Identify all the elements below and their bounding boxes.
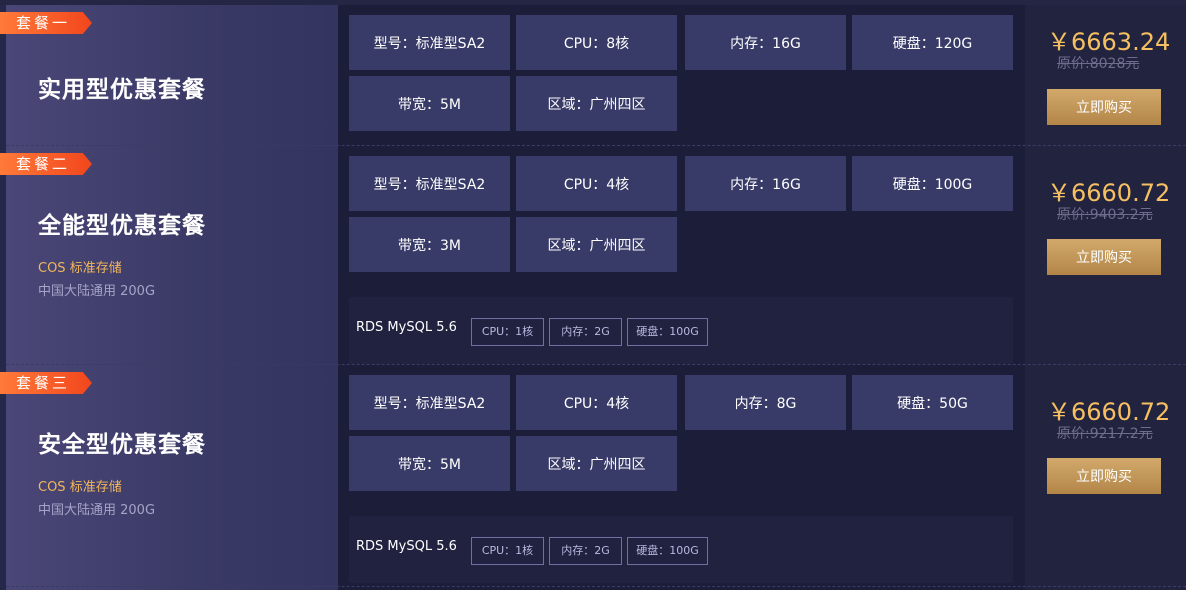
original-price: 原价:9403.2元 — [1057, 207, 1153, 223]
cos-description: 中国大陆通用 200G — [38, 284, 156, 299]
price-panel: ￥6660.72 原价:9403.2元 立即购买 — [1025, 146, 1186, 365]
plan-title: 全能型优惠套餐 — [38, 213, 206, 239]
rds-tag-cpu: CPU：1核 — [471, 318, 544, 346]
price: ￥6660.72 — [1047, 398, 1171, 426]
plan-info-panel: 套餐三 安全型优惠套餐 COS 标准存储 中国大陆通用 200G — [0, 365, 338, 590]
rds-box: RDS MySQL 5.6 CPU：1核 内存：2G 硬盘：100G — [349, 516, 1013, 583]
cos-title: COS 标准存储 — [38, 480, 122, 495]
rds-tag-memory: 内存：2G — [549, 537, 622, 565]
plan-badge: 套餐一 — [0, 12, 92, 34]
plans-page: 套餐一 实用型优惠套餐 型号：标准型SA2 CPU：8核 内存：16G 硬盘：1… — [0, 0, 1186, 590]
buy-button[interactable]: 立即购买 — [1047, 458, 1161, 494]
rds-tag-disk: 硬盘：100G — [627, 537, 708, 565]
spec-disk: 硬盘：100G — [852, 156, 1013, 211]
rds-box: RDS MySQL 5.6 CPU：1核 内存：2G 硬盘：100G — [349, 297, 1013, 364]
spec-memory: 内存：16G — [685, 156, 846, 211]
spec-grid: 型号：标准型SA2 CPU：8核 内存：16G 硬盘：120G 带宽：5M 区域… — [338, 5, 1025, 146]
spec-memory: 内存：16G — [685, 15, 846, 70]
spec-grid: 型号：标准型SA2 CPU：4核 内存：8G 硬盘：50G 带宽：5M 区域：广… — [338, 365, 1025, 590]
buy-button[interactable]: 立即购买 — [1047, 89, 1161, 125]
spec-region: 区域：广州四区 — [516, 436, 677, 491]
plan-card-2: 套餐二 全能型优惠套餐 COS 标准存储 中国大陆通用 200G 型号：标准型S… — [0, 146, 1186, 365]
spec-bandwidth: 带宽：5M — [349, 436, 510, 491]
spec-cpu: CPU：4核 — [516, 375, 677, 430]
plan-badge: 套餐三 — [0, 372, 92, 394]
plan-title: 实用型优惠套餐 — [38, 77, 206, 103]
spec-bandwidth: 带宽：3M — [349, 217, 510, 272]
spec-region: 区域：广州四区 — [516, 76, 677, 131]
plan-card-3: 套餐三 安全型优惠套餐 COS 标准存储 中国大陆通用 200G 型号：标准型S… — [0, 365, 1186, 590]
spec-model: 型号：标准型SA2 — [349, 15, 510, 70]
cos-description: 中国大陆通用 200G — [38, 503, 156, 518]
price: ￥6663.24 — [1047, 28, 1171, 56]
spec-model: 型号：标准型SA2 — [349, 156, 510, 211]
price-panel: ￥6663.24 原价:8028元 立即购买 — [1025, 5, 1186, 146]
spec-disk: 硬盘：50G — [852, 375, 1013, 430]
spec-disk: 硬盘：120G — [852, 15, 1013, 70]
price: ￥6660.72 — [1047, 179, 1171, 207]
rds-tag-memory: 内存：2G — [549, 318, 622, 346]
divider — [6, 586, 1186, 587]
rds-tag-disk: 硬盘：100G — [627, 318, 708, 346]
buy-button[interactable]: 立即购买 — [1047, 239, 1161, 275]
price-panel: ￥6660.72 原价:9217.2元 立即购买 — [1025, 365, 1186, 590]
plan-info-panel: 套餐一 实用型优惠套餐 — [0, 5, 338, 146]
cos-title: COS 标准存储 — [38, 261, 122, 276]
spec-cpu: CPU：4核 — [516, 156, 677, 211]
rds-tag-cpu: CPU：1核 — [471, 537, 544, 565]
rds-label: RDS MySQL 5.6 — [356, 539, 457, 554]
plan-card-1: 套餐一 实用型优惠套餐 型号：标准型SA2 CPU：8核 内存：16G 硬盘：1… — [0, 5, 1186, 146]
plan-title: 安全型优惠套餐 — [38, 432, 206, 458]
spec-memory: 内存：8G — [685, 375, 846, 430]
spec-region: 区域：广州四区 — [516, 217, 677, 272]
rds-label: RDS MySQL 5.6 — [356, 320, 457, 335]
original-price: 原价:9217.2元 — [1057, 426, 1153, 442]
original-price: 原价:8028元 — [1057, 56, 1140, 72]
spec-cpu: CPU：8核 — [516, 15, 677, 70]
plan-badge: 套餐二 — [0, 153, 92, 175]
plan-info-panel: 套餐二 全能型优惠套餐 COS 标准存储 中国大陆通用 200G — [0, 146, 338, 365]
spec-model: 型号：标准型SA2 — [349, 375, 510, 430]
spec-bandwidth: 带宽：5M — [349, 76, 510, 131]
spec-grid: 型号：标准型SA2 CPU：4核 内存：16G 硬盘：100G 带宽：3M 区域… — [338, 146, 1025, 365]
